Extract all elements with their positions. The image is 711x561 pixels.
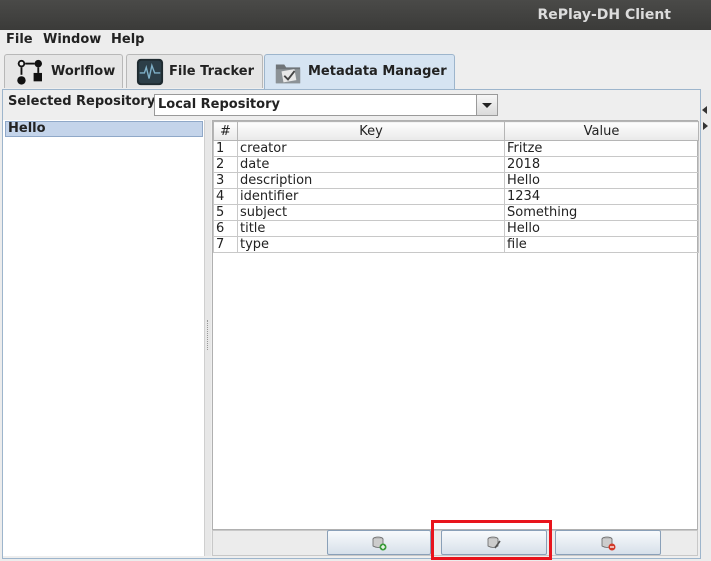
- window-title: RePlay-DH Client: [537, 7, 671, 23]
- row-number-cell: 3: [213, 172, 238, 189]
- tab-workflow[interactable]: Worlflow: [4, 54, 123, 88]
- menu-window[interactable]: Window: [43, 32, 101, 47]
- list-item[interactable]: Hello: [5, 121, 203, 137]
- value-cell[interactable]: 2018: [504, 156, 699, 173]
- database-add-icon: [372, 536, 387, 551]
- database-remove-icon: [601, 536, 616, 551]
- column-header-value[interactable]: Value: [504, 121, 699, 141]
- tab-metadata-manager[interactable]: Metadata Manager: [264, 54, 455, 90]
- table-row[interactable]: 5 subject Something: [213, 204, 699, 221]
- metadata-table-container: # Key Value 1 creator Fritze 2 date 2018…: [212, 120, 699, 530]
- add-entry-button[interactable]: [327, 530, 431, 555]
- tab-label: Metadata Manager: [308, 64, 447, 79]
- highlight-box: [431, 520, 552, 560]
- key-cell[interactable]: type: [237, 236, 505, 253]
- row-number-cell: 4: [213, 188, 238, 205]
- row-number-cell: 7: [213, 236, 238, 253]
- table-row[interactable]: 6 title Hello: [213, 220, 699, 237]
- menu-bar: File Window Help: [0, 30, 711, 50]
- file-tracker-icon: [136, 58, 164, 86]
- repository-label: Selected Repository: [8, 94, 156, 109]
- value-cell[interactable]: 1234: [504, 188, 699, 205]
- key-cell[interactable]: title: [237, 220, 505, 237]
- tab-label: Worlflow: [51, 64, 116, 79]
- value-cell[interactable]: file: [504, 236, 699, 253]
- key-cell[interactable]: identifier: [237, 188, 505, 205]
- tab-strip: Worlflow File Tracker Metadata Manager: [0, 50, 711, 130]
- tab-file-tracker[interactable]: File Tracker: [126, 54, 263, 88]
- tab-label: File Tracker: [169, 64, 254, 79]
- row-number-cell: 2: [213, 156, 238, 173]
- table-row[interactable]: 4 identifier 1234: [213, 188, 699, 205]
- column-header-key[interactable]: Key: [237, 121, 505, 141]
- window-titlebar: RePlay-DH Client: [0, 0, 711, 30]
- key-cell[interactable]: description: [237, 172, 505, 189]
- chevron-down-icon: [482, 103, 492, 108]
- repository-select[interactable]: Local Repository: [154, 94, 498, 116]
- value-cell[interactable]: Hello: [504, 172, 699, 189]
- row-number-cell: 1: [213, 140, 238, 157]
- folder-checked-icon: [275, 64, 301, 84]
- remove-entry-button[interactable]: [555, 530, 661, 555]
- key-cell[interactable]: date: [237, 156, 505, 173]
- row-number-cell: 5: [213, 204, 238, 221]
- key-cell[interactable]: subject: [237, 204, 505, 221]
- value-cell[interactable]: Fritze: [504, 140, 699, 157]
- key-cell[interactable]: creator: [237, 140, 505, 157]
- table-row[interactable]: 7 type file: [213, 236, 699, 253]
- record-list[interactable]: Hello: [3, 120, 205, 556]
- menu-file[interactable]: File: [6, 32, 33, 47]
- divider-grip[interactable]: [207, 320, 210, 350]
- value-cell[interactable]: Something: [504, 204, 699, 221]
- table-row[interactable]: 1 creator Fritze: [213, 140, 699, 157]
- repository-select-value: Local Repository: [158, 97, 280, 112]
- metadata-table: # Key Value 1 creator Fritze 2 date 2018…: [213, 121, 699, 253]
- split-pane-divider[interactable]: [205, 120, 211, 556]
- value-cell[interactable]: Hello: [504, 220, 699, 237]
- dropdown-button[interactable]: [476, 95, 497, 115]
- column-header-number[interactable]: #: [213, 121, 238, 141]
- workflow-icon: [17, 59, 42, 85]
- table-row[interactable]: 3 description Hello: [213, 172, 699, 189]
- tab-scroll-arrows-icon[interactable]: [700, 104, 710, 134]
- row-number-cell: 6: [213, 220, 238, 237]
- menu-help[interactable]: Help: [111, 32, 144, 47]
- table-row[interactable]: 2 date 2018: [213, 156, 699, 173]
- table-header-row: # Key Value: [213, 121, 699, 141]
